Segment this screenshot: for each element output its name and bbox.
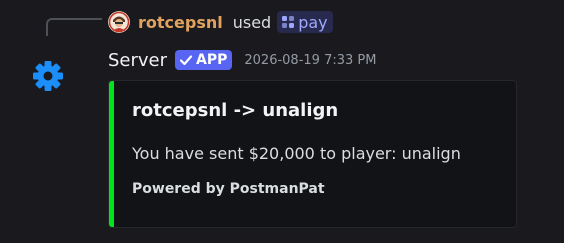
- used-label: used: [232, 12, 272, 32]
- check-icon: [179, 53, 193, 67]
- app-badge-label: APP: [196, 52, 228, 68]
- timestamp: 2026-08-19 7:33 PM: [244, 52, 377, 68]
- gear-icon[interactable]: [30, 58, 66, 94]
- message-embed: rotcepsnl -> unalign You have sent $20,0…: [108, 80, 517, 228]
- embed-title: rotcepsnl -> unalign: [132, 100, 339, 121]
- user-avatar-icon[interactable]: [108, 11, 130, 33]
- slash-command-name: pay: [298, 12, 328, 32]
- reply-connector-line: [46, 18, 102, 36]
- app-badge: APP: [175, 50, 233, 70]
- embed-description: You have sent $20,000 to player: unalign: [132, 144, 461, 163]
- slash-command-icon: [282, 16, 295, 28]
- message-group: rotcepsnl used pay Server APP 2026-08-19…: [0, 0, 564, 243]
- embed-footer: Powered by PostmanPat: [132, 181, 325, 197]
- username-link[interactable]: rotcepsnl: [138, 13, 223, 32]
- embed-accent-bar: [109, 81, 114, 227]
- interaction-context: rotcepsnl used pay: [108, 9, 333, 35]
- slash-command-chip[interactable]: pay: [277, 11, 333, 33]
- message-header: Server APP 2026-08-19 7:33 PM: [108, 47, 376, 73]
- author-name[interactable]: Server: [108, 50, 167, 71]
